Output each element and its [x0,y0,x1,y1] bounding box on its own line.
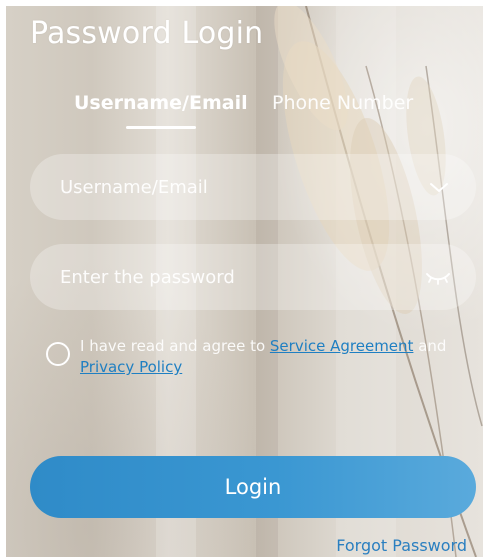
agreement-radio[interactable] [46,342,70,366]
agreement-prefix: I have read and agree to [80,337,270,355]
active-tab-indicator [126,126,196,129]
page-title: Password Login [30,16,264,51]
service-agreement-link[interactable]: Service Agreement [270,337,414,355]
chevron-down-icon[interactable] [428,177,450,197]
privacy-policy-link[interactable]: Privacy Policy [80,358,182,376]
login-button[interactable]: Login [30,456,476,518]
eye-closed-icon[interactable] [424,266,452,288]
forgot-password-link[interactable]: Forgot Password [336,536,467,555]
agreement-row: I have read and agree to Service Agreeme… [46,336,476,386]
agreement-text: I have read and agree to Service Agreeme… [80,336,480,378]
login-screen: Password Login Username/Email Phone Numb… [6,6,483,557]
username-field [30,154,476,220]
login-method-tabs: Username/Email Phone Number [6,92,483,142]
tab-phone-number[interactable]: Phone Number [272,92,413,114]
username-input[interactable] [58,154,408,220]
agreement-middle: and [413,337,447,355]
password-input[interactable] [58,244,408,310]
tab-username-email[interactable]: Username/Email [74,92,248,114]
password-field [30,244,476,310]
